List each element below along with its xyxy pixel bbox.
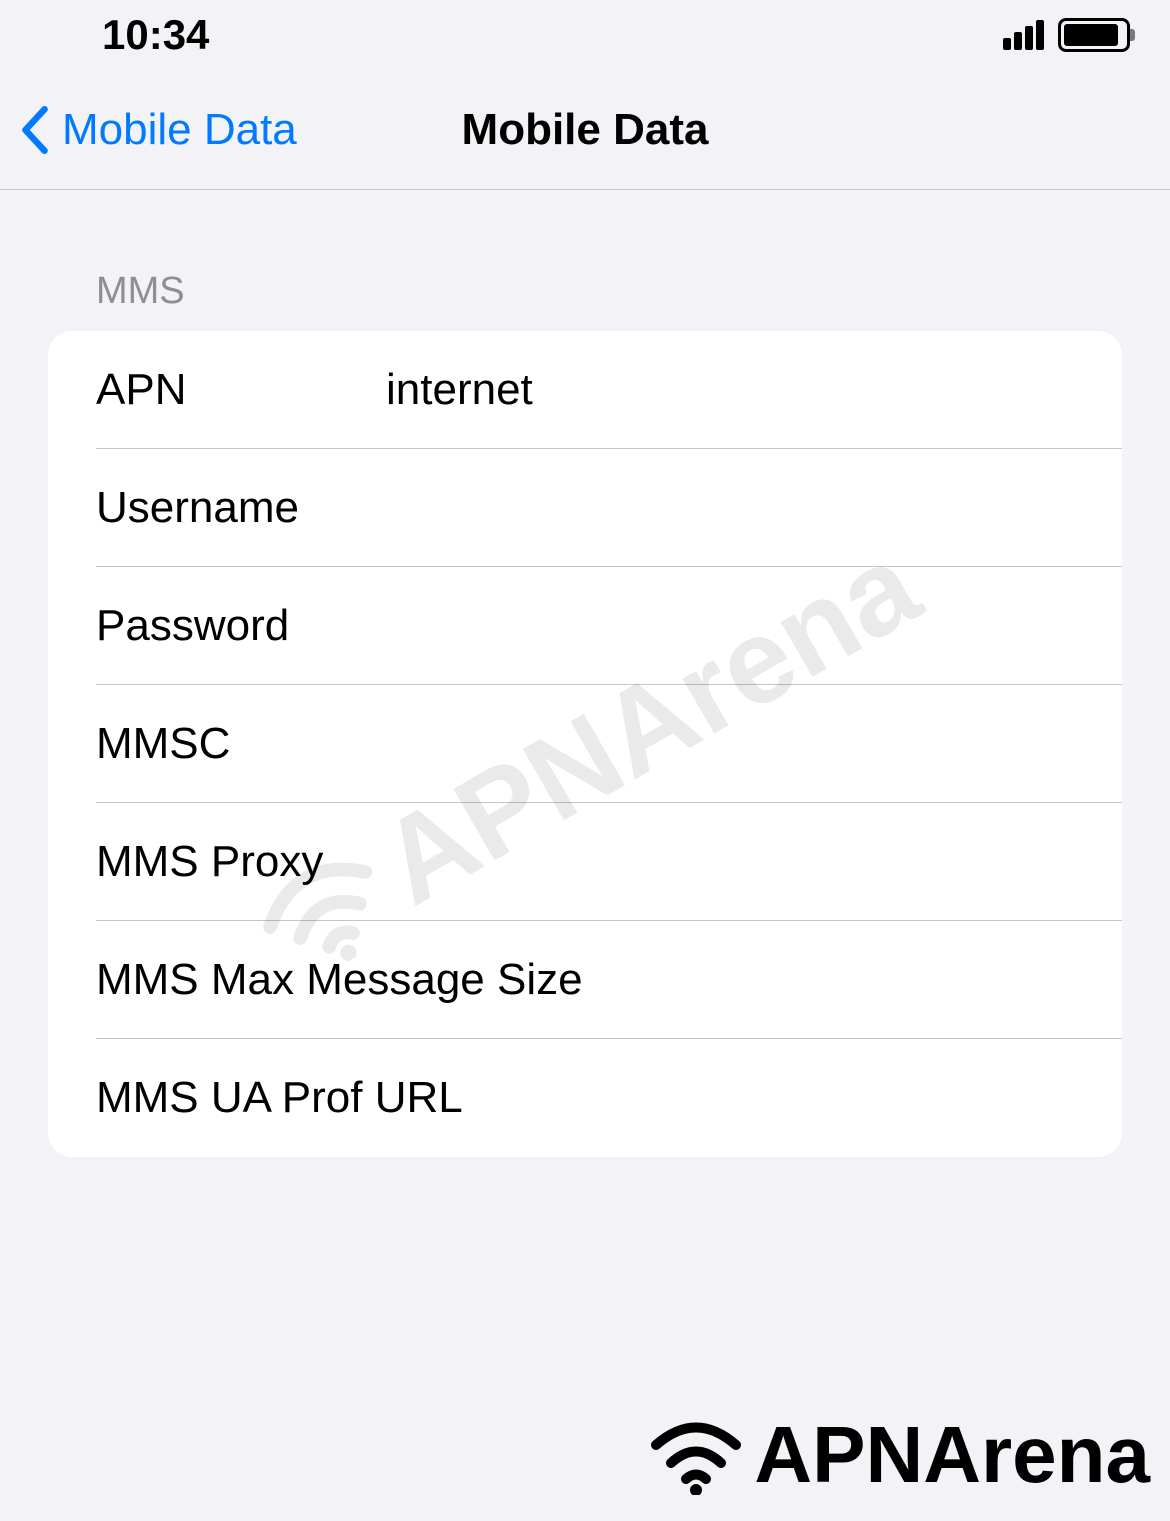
settings-row-mmsc[interactable]: MMSC — [48, 685, 1122, 803]
row-label-mmsc: MMSC — [96, 719, 386, 769]
navigation-bar: Mobile Data Mobile Data — [0, 70, 1170, 190]
chevron-left-icon — [20, 106, 50, 154]
row-input-apn[interactable] — [386, 365, 1074, 415]
row-label-mms-proxy: MMS Proxy — [96, 837, 386, 887]
row-input-password[interactable] — [386, 601, 1074, 651]
settings-row-mms-max-size[interactable]: MMS Max Message Size — [48, 921, 1122, 1039]
row-label-username: Username — [96, 483, 386, 533]
section-header-mms: MMS — [48, 270, 1122, 313]
row-label-apn: APN — [96, 365, 386, 415]
status-time: 10:34 — [102, 11, 209, 59]
page-title: Mobile Data — [462, 105, 709, 155]
back-button[interactable]: Mobile Data — [0, 105, 297, 155]
settings-row-apn[interactable]: APN — [48, 331, 1122, 449]
status-bar: 10:34 — [0, 0, 1170, 70]
row-input-mmsc[interactable] — [386, 719, 1074, 769]
battery-icon — [1058, 18, 1130, 52]
settings-row-mms-ua-prof[interactable]: MMS UA Prof URL — [48, 1039, 1122, 1157]
watermark-bottom-text: APNArena — [754, 1409, 1150, 1501]
settings-row-password[interactable]: Password — [48, 567, 1122, 685]
settings-row-username[interactable]: Username — [48, 449, 1122, 567]
back-button-label: Mobile Data — [62, 105, 297, 155]
content-area: MMS APN Username Password MMSC MMS Proxy… — [0, 190, 1170, 1157]
wifi-icon — [646, 1415, 746, 1495]
row-label-password: Password — [96, 601, 386, 651]
row-input-mms-proxy[interactable] — [386, 837, 1074, 887]
row-label-mms-max-size: MMS Max Message Size — [96, 955, 1074, 1005]
row-input-username[interactable] — [386, 483, 1074, 533]
settings-group-mms: APN Username Password MMSC MMS Proxy MMS… — [48, 331, 1122, 1157]
status-icons — [1003, 18, 1130, 52]
settings-row-mms-proxy[interactable]: MMS Proxy — [48, 803, 1122, 921]
watermark-bottom: APNArena — [646, 1409, 1150, 1501]
cellular-signal-icon — [1003, 20, 1044, 50]
row-label-mms-ua-prof: MMS UA Prof URL — [96, 1073, 1074, 1123]
